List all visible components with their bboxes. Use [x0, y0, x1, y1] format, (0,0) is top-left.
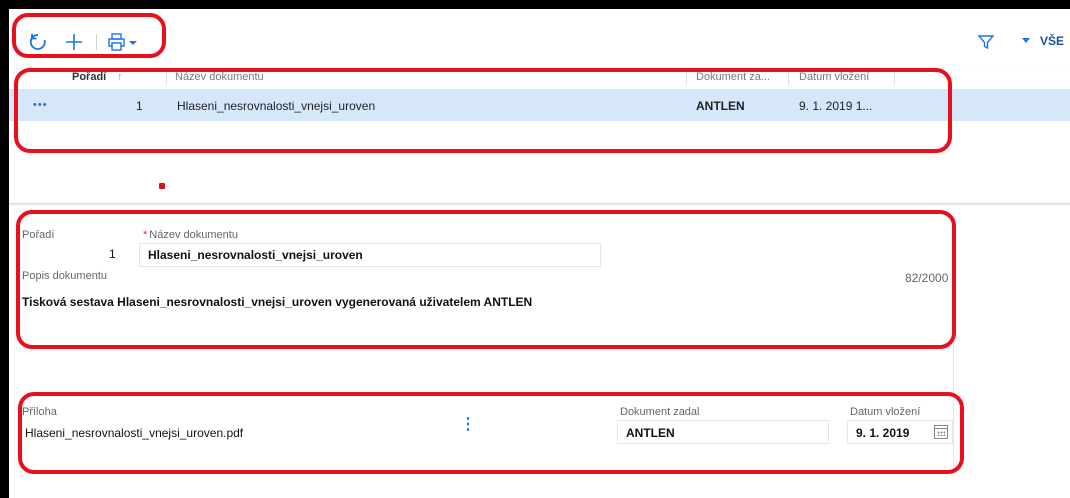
- popis-label: Popis dokumentu: [22, 270, 107, 282]
- grid-header: Pořadí ↑ Název dokumentu Dokument za... …: [9, 65, 1070, 90]
- loading-indicator: [159, 183, 165, 189]
- zadal-field[interactable]: ANTLEN: [626, 426, 675, 440]
- required-marker: *: [143, 229, 148, 241]
- add-icon[interactable]: [63, 31, 85, 53]
- column-divider: [166, 71, 167, 85]
- document-detail-form: Pořadí 1 * Název dokumentu Hlaseni_nesrov…: [9, 213, 954, 375]
- print-icon[interactable]: [107, 31, 141, 53]
- nazev-field[interactable]: Hlaseni_nesrovnalosti_vnejsi_uroven: [148, 248, 363, 262]
- attachment-menu-icon[interactable]: ⋮: [460, 417, 476, 433]
- toolbar: VŠE: [9, 9, 1070, 65]
- refresh-icon[interactable]: [27, 31, 49, 53]
- column-divider: [788, 71, 789, 85]
- toolbar-separator: [96, 34, 97, 50]
- nazev-label: * Název dokumentu: [143, 229, 238, 241]
- calendar-icon[interactable]: [934, 425, 948, 439]
- cell-poradi: 1: [136, 99, 143, 113]
- column-divider: [686, 71, 687, 85]
- popis-char-counter: 82/2000: [905, 271, 949, 285]
- datum-field[interactable]: 9. 1. 2019: [856, 426, 909, 440]
- cell-datum: 9. 1. 2019 1...: [799, 99, 873, 113]
- column-divider: [894, 71, 895, 85]
- popis-textarea[interactable]: Tisková sestava Hlaseni_nesrovnalosti_vn…: [22, 295, 532, 309]
- column-header-zadal[interactable]: Dokument za...: [696, 71, 780, 83]
- priloha-label: Příloha: [22, 406, 57, 418]
- filter-icon[interactable]: [975, 31, 997, 53]
- zadal-label: Dokument zadal: [620, 406, 700, 418]
- column-header-nazev[interactable]: Název dokumentu: [175, 71, 264, 83]
- priloha-field[interactable]: Hlaseni_nesrovnalosti_vnejsi_uroven.pdf: [25, 426, 243, 440]
- documents-grid: Pořadí ↑ Název dokumentu Dokument za... …: [9, 65, 1070, 204]
- cell-nazev: Hlaseni_nesrovnalosti_vnejsi_uroven: [177, 99, 376, 113]
- attachment-form: Příloha Hlaseni_nesrovnalosti_vnejsi_uro…: [9, 375, 954, 473]
- filter-dropdown-icon[interactable]: [1022, 38, 1030, 43]
- table-row[interactable]: ••• 1 Hlaseni_nesrovnalosti_vnejsi_urove…: [9, 90, 1070, 121]
- row-more-icon[interactable]: •••: [33, 99, 48, 111]
- window-frame-top: [0, 0, 1070, 9]
- column-header-poradi[interactable]: Pořadí: [72, 71, 106, 83]
- poradi-label: Pořadí: [22, 229, 55, 241]
- nazev-label-text: Název dokumentu: [149, 229, 238, 241]
- cell-zadal: ANTLEN: [696, 99, 745, 113]
- sort-asc-icon[interactable]: ↑: [117, 71, 123, 83]
- poradi-field[interactable]: 1: [109, 247, 116, 261]
- datum-label: Datum vložení: [850, 406, 921, 418]
- window-frame-left: [0, 0, 9, 498]
- column-header-datum[interactable]: Datum vložení: [799, 71, 869, 83]
- filter-selector[interactable]: VŠE: [1040, 34, 1064, 48]
